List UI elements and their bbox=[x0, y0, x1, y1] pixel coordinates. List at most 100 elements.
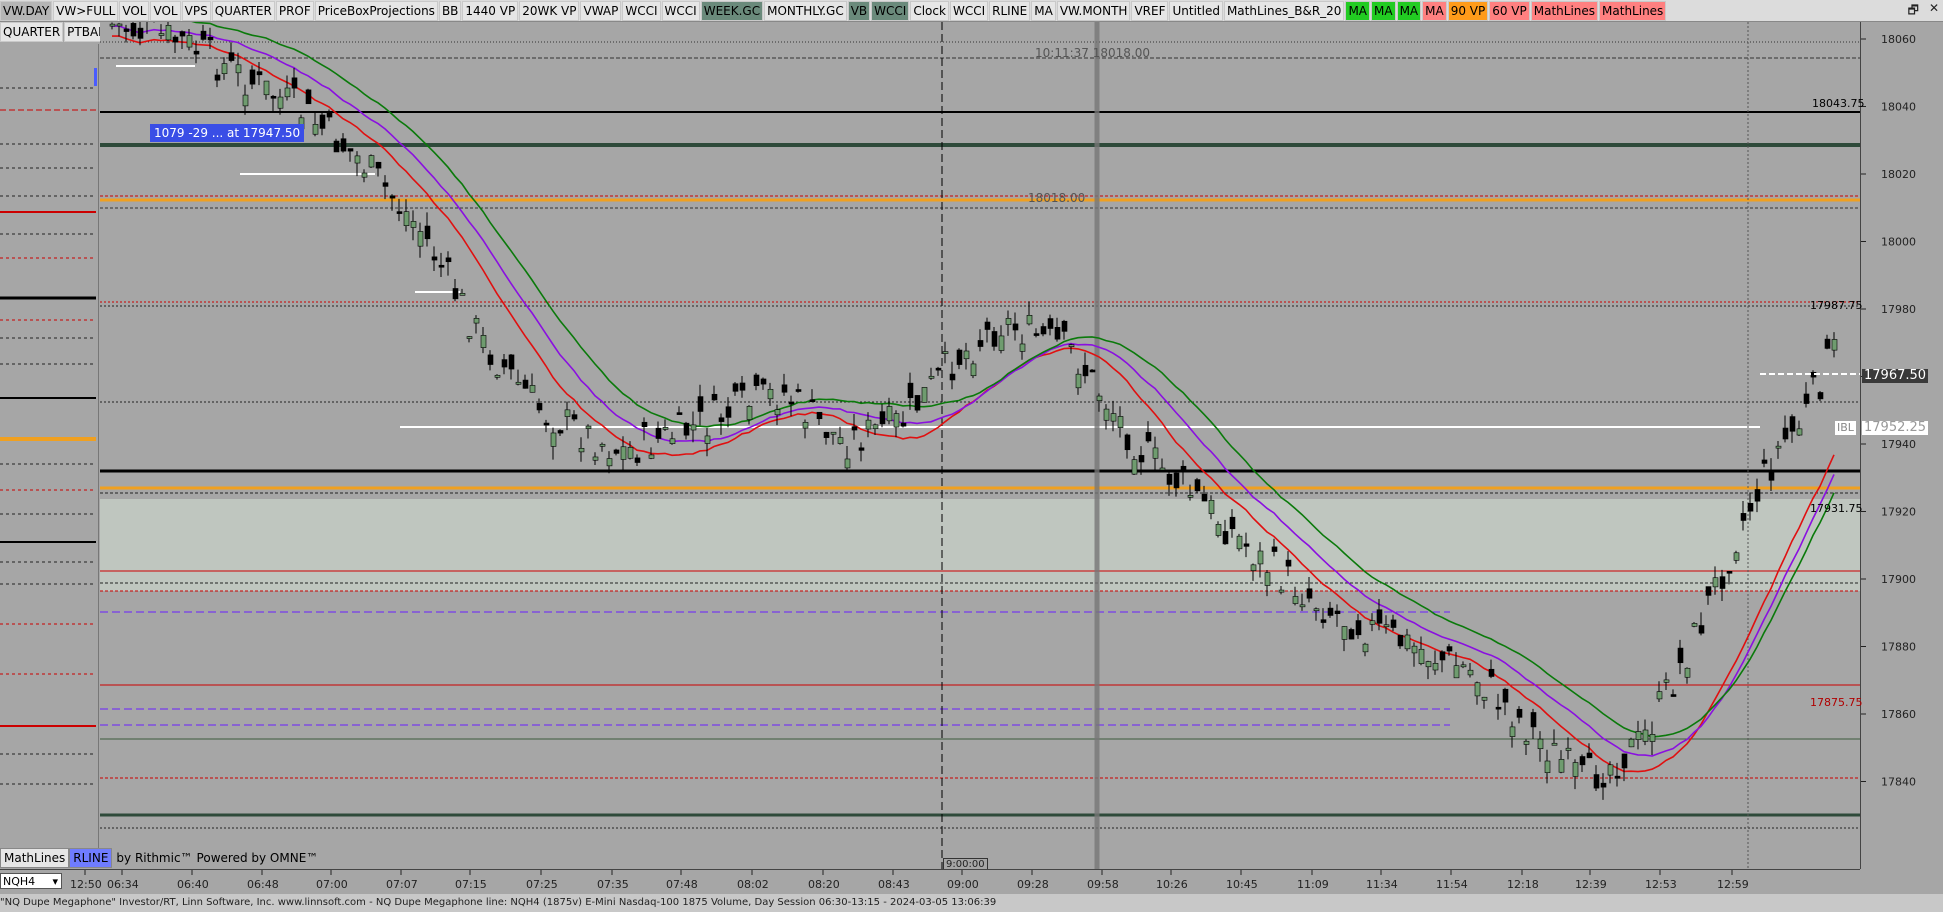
candle-body bbox=[718, 417, 725, 422]
toolbar-button-vol[interactable]: VOL bbox=[150, 0, 181, 21]
toolbar-button-ma[interactable]: MA bbox=[1371, 0, 1396, 21]
candle-body bbox=[1446, 646, 1453, 652]
toolbar-button-vw-month[interactable]: VW.MONTH bbox=[1056, 0, 1131, 21]
toolbar-button-priceboxprojections[interactable]: PriceBoxProjections bbox=[314, 0, 438, 21]
candle-body bbox=[249, 69, 256, 85]
toolbar-button-ma[interactable]: MA bbox=[1422, 0, 1447, 21]
candle-body bbox=[837, 437, 844, 444]
candle-body bbox=[1572, 762, 1579, 777]
toolbar-button-monthly-gc[interactable]: MONTHLY.GC bbox=[764, 0, 847, 21]
toolbar-button-60-vp[interactable]: 60 VP bbox=[1489, 0, 1530, 21]
toolbar-button-20wk-vp[interactable]: 20WK VP bbox=[519, 0, 580, 21]
candle-body bbox=[1817, 392, 1824, 400]
toolbar-button-1440-vp[interactable]: 1440 VP bbox=[462, 0, 519, 21]
toolbar-button-vw-day[interactable]: VW.DAY bbox=[0, 0, 53, 21]
toolbar-button-quarter[interactable]: QUARTER bbox=[211, 0, 275, 21]
candle-body bbox=[935, 367, 942, 371]
toolbar-button-90-vp[interactable]: 90 VP bbox=[1447, 0, 1489, 21]
time-axis[interactable]: 12:50 06:34 06:40 06:48 07:00 07:07 07:15 07:25… bbox=[0, 869, 1860, 895]
candle-body bbox=[1740, 513, 1747, 521]
price-tick-label: 18060 bbox=[1881, 33, 1916, 46]
candle-body bbox=[508, 354, 515, 370]
toolbar-button-vps[interactable]: VPS bbox=[181, 0, 211, 21]
candle-body bbox=[515, 381, 522, 385]
toolbar-button-wcci[interactable]: WCCI bbox=[661, 0, 700, 21]
candle-body bbox=[1096, 395, 1103, 401]
toolbar-button-wcci[interactable]: WCCI bbox=[949, 0, 989, 21]
candle-body bbox=[1131, 459, 1138, 475]
toolbar-button-vw-full[interactable]: VW>FULL bbox=[53, 0, 119, 21]
candle-body bbox=[1306, 588, 1313, 599]
candle-body bbox=[788, 401, 795, 405]
candle-body bbox=[970, 363, 977, 377]
candle-body bbox=[1803, 393, 1810, 404]
quarter-button[interactable]: QUARTER bbox=[0, 22, 64, 42]
candle-body bbox=[1026, 314, 1033, 325]
time-tick-label: 12:53 bbox=[1645, 878, 1677, 891]
toolbar-button-ma[interactable]: MA bbox=[1345, 0, 1370, 21]
toolbar-button-bb[interactable]: BB bbox=[438, 0, 462, 21]
candle-body bbox=[1768, 470, 1775, 481]
restore-icon[interactable]: 🗗 bbox=[1908, 1, 1919, 22]
candle-body bbox=[1824, 338, 1831, 349]
candle-body bbox=[865, 419, 872, 430]
candle-body bbox=[1376, 609, 1383, 624]
candle-body bbox=[711, 393, 718, 401]
symbol-value: NQH4 bbox=[3, 875, 36, 888]
left-profile-lines bbox=[0, 68, 97, 785]
candle-body bbox=[802, 422, 809, 429]
time-tick-label: 08:43 bbox=[878, 878, 910, 891]
candle-body bbox=[410, 221, 417, 228]
candle-body bbox=[1691, 623, 1698, 627]
candle-body bbox=[1474, 682, 1481, 697]
candle-body bbox=[907, 382, 914, 399]
candle-body bbox=[1236, 535, 1243, 550]
symbol-select[interactable]: NQH4 ▾ bbox=[0, 873, 62, 889]
toolbar-button-vwap[interactable]: VWAP bbox=[580, 0, 622, 21]
candle-body bbox=[1299, 604, 1306, 608]
candle-body bbox=[424, 225, 431, 240]
candle-body bbox=[1208, 499, 1215, 514]
candle-body bbox=[368, 155, 375, 168]
candle-body bbox=[319, 114, 326, 129]
toolbar-button-vol[interactable]: VOL bbox=[119, 0, 150, 21]
price-tick-label: 17860 bbox=[1881, 708, 1916, 721]
price-label-17875: 17875.75 bbox=[1810, 696, 1863, 709]
toolbar-button-mathlines[interactable]: MathLines bbox=[1530, 0, 1599, 21]
chevron-down-icon: ▾ bbox=[52, 875, 58, 888]
candle-body bbox=[1453, 665, 1460, 679]
toolbar-button-ma[interactable]: MA bbox=[1031, 0, 1056, 21]
toolbar-button-rline[interactable]: RLINE bbox=[989, 0, 1031, 21]
toolbar-button-ma[interactable]: MA bbox=[1396, 0, 1422, 21]
candle-body bbox=[1061, 320, 1068, 332]
toolbar-button-untitled[interactable]: Untitled bbox=[1169, 0, 1223, 21]
toolbar-button-vb[interactable]: VB bbox=[847, 0, 871, 21]
candle-body bbox=[312, 124, 319, 135]
toolbar-button-vref[interactable]: VREF bbox=[1131, 0, 1169, 21]
candle-body bbox=[725, 406, 732, 418]
candle-body bbox=[1425, 661, 1432, 668]
ibl-tag: IBL bbox=[1835, 421, 1856, 435]
candle-body bbox=[669, 438, 676, 444]
toolbar-button-wcci[interactable]: WCCI bbox=[622, 0, 661, 21]
candle-body bbox=[984, 321, 991, 330]
candle-body bbox=[207, 36, 214, 41]
candle-body bbox=[1243, 543, 1250, 547]
toolbar-button-wcci[interactable]: WCCI bbox=[871, 0, 910, 21]
close-icon[interactable]: ✕ bbox=[1929, 1, 1939, 22]
price-chart[interactable]: 1079 -29 ... at 17947.50 10:11:37 18018.… bbox=[100, 0, 1860, 871]
toolbar-button-mathlines[interactable]: MathLines bbox=[1599, 0, 1667, 21]
toolbar-button-clock[interactable]: Clock bbox=[910, 0, 949, 21]
candle-body bbox=[186, 35, 193, 48]
price-axis[interactable]: 1806018040180201800017980179601794017920… bbox=[1860, 22, 1943, 869]
candle-body bbox=[1257, 550, 1264, 565]
time-tick-label: 12:39 bbox=[1575, 878, 1607, 891]
mathlines-tab[interactable]: MathLines bbox=[0, 848, 70, 868]
candle-body bbox=[585, 425, 592, 429]
toolbar-button-week-gc[interactable]: WEEK.GC bbox=[700, 0, 764, 21]
rline-tab[interactable]: RLINE bbox=[69, 848, 113, 868]
toolbar-button-prof[interactable]: PROF bbox=[275, 0, 314, 21]
rithmic-credit: by Rithmic™ bbox=[116, 851, 193, 865]
toolbar-button-mathlines-b-r-20[interactable]: MathLines_B&R_20 bbox=[1223, 0, 1345, 21]
candle-body bbox=[536, 403, 543, 411]
